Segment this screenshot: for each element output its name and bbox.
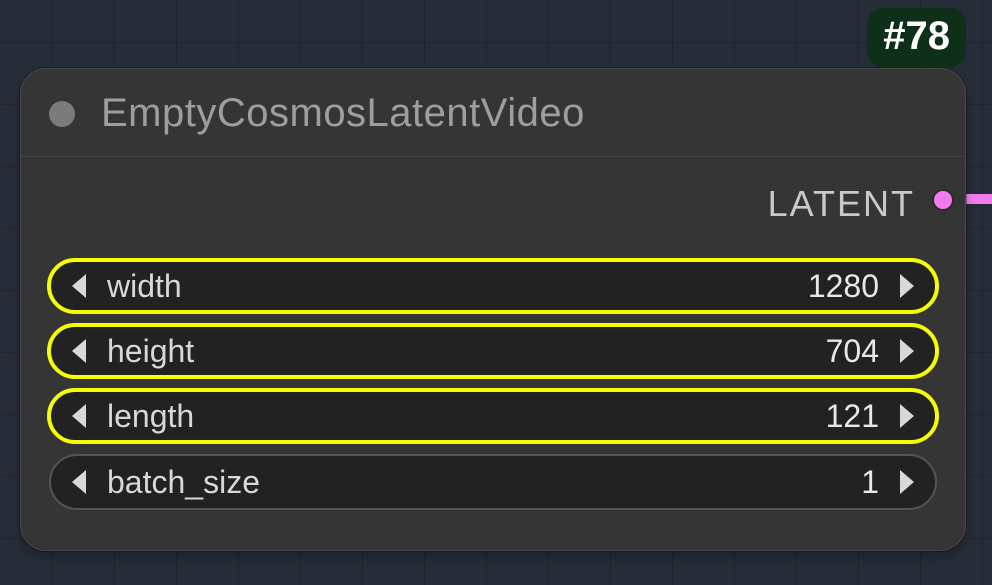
node-empty-cosmos-latent-video[interactable]: EmptyCosmosLatentVideo LATENT width 1280 h… [20, 68, 966, 551]
param-value[interactable]: 121 [826, 398, 879, 435]
increment-icon[interactable] [895, 402, 917, 430]
increment-icon[interactable] [895, 337, 917, 365]
output-row-latent: LATENT [45, 173, 941, 249]
decrement-icon[interactable] [69, 402, 91, 430]
param-name: height [107, 333, 194, 370]
param-name: length [107, 398, 194, 435]
node-header[interactable]: EmptyCosmosLatentVideo [21, 69, 965, 157]
node-body: LATENT width 1280 height 704 length 121 batch_… [21, 157, 965, 550]
param-length[interactable]: length 121 [47, 388, 939, 444]
increment-icon[interactable] [895, 468, 917, 496]
output-label: LATENT [768, 183, 915, 225]
node-title: EmptyCosmosLatentVideo [101, 91, 585, 136]
param-value[interactable]: 1 [861, 464, 879, 501]
param-width[interactable]: width 1280 [47, 258, 939, 314]
param-name: batch_size [107, 464, 260, 501]
decrement-icon[interactable] [69, 272, 91, 300]
decrement-icon[interactable] [69, 337, 91, 365]
decrement-icon[interactable] [69, 468, 91, 496]
param-value[interactable]: 1280 [808, 268, 879, 305]
node-editor-canvas[interactable]: #78 EmptyCosmosLatentVideo LATENT width 1… [0, 0, 992, 585]
node-collapse-dot[interactable] [49, 101, 75, 127]
increment-icon[interactable] [895, 272, 917, 300]
param-batch_size[interactable]: batch_size 1 [49, 454, 937, 510]
param-value[interactable]: 704 [826, 333, 879, 370]
param-name: width [107, 268, 182, 305]
param-height[interactable]: height 704 [47, 323, 939, 379]
output-port-latent[interactable] [932, 189, 954, 211]
node-id-badge: #78 [867, 8, 966, 67]
